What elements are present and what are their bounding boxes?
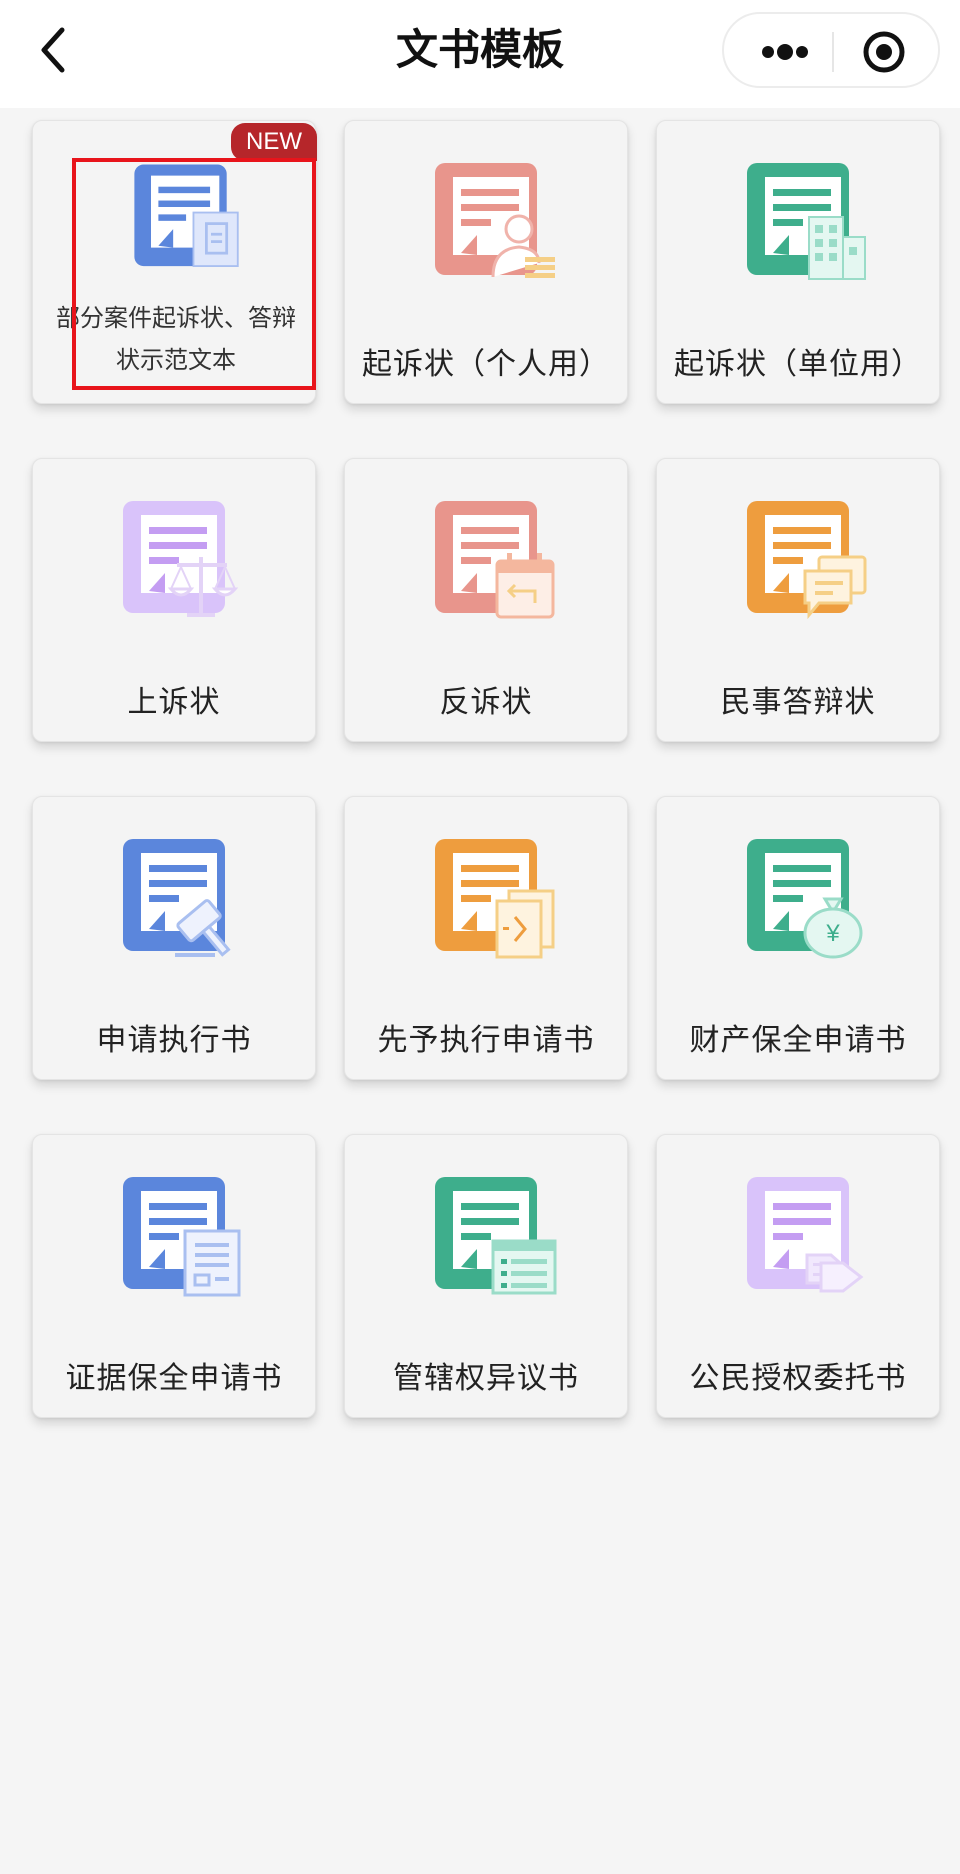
template-label: 管辖权异议书 — [393, 1361, 579, 1396]
document-with-calendar-return-icon — [435, 501, 555, 619]
template-card-evidence-preservation[interactable]: 证据保全申请书 — [32, 1134, 316, 1418]
template-label: 起诉状（单位用） — [674, 347, 922, 382]
close-mini-program-button[interactable] — [840, 24, 928, 80]
top-navigation-bar: 文书模板 — [0, 0, 960, 108]
more-button[interactable] — [738, 24, 826, 80]
chevron-left-icon — [41, 27, 65, 73]
template-card-advance-execution[interactable]: 先予执行申请书 — [344, 796, 628, 1080]
new-badge: NEW — [231, 123, 317, 161]
template-label: 证据保全申请书 — [65, 1361, 283, 1396]
document-with-handshake-icon — [747, 1177, 864, 1293]
template-card-complaint-personal[interactable]: 起诉状（个人用） — [344, 120, 628, 404]
template-label: 财产保全申请书 — [689, 1023, 907, 1058]
template-label: 上诉状 — [127, 685, 221, 720]
document-with-list-icon — [435, 1177, 557, 1295]
document-with-scale-icon — [123, 501, 239, 617]
template-card-appeal[interactable]: 上诉状 — [32, 458, 316, 742]
document-with-moneybag-icon: ¥ — [747, 839, 863, 959]
document-with-file-icon — [134, 164, 239, 267]
template-label: 起诉状（个人用） — [362, 347, 610, 382]
template-label: 申请执行书 — [96, 1023, 252, 1058]
template-label: 民事答辩状 — [720, 685, 876, 720]
document-with-chat-icon — [747, 501, 867, 620]
capsule-divider — [832, 32, 834, 72]
more-dots-icon — [762, 44, 808, 60]
document-with-building-icon — [747, 163, 866, 280]
document-with-paper-icon — [123, 1177, 241, 1297]
template-card-property-preservation[interactable]: ¥ 财产保全申请书 — [656, 796, 940, 1080]
document-with-gavel-icon — [123, 839, 231, 957]
template-card-power-of-attorney[interactable]: 公民授权委托书 — [656, 1134, 940, 1418]
template-label: 反诉状 — [439, 685, 533, 720]
document-with-person-icon — [435, 163, 555, 278]
template-card-civil-defense[interactable]: 民事答辩状 — [656, 458, 940, 742]
template-card-jurisdiction-objection[interactable]: 管辖权异议书 — [344, 1134, 628, 1418]
template-card-sample-text[interactable]: NEW 部分案件起诉状、答辩状示范文本 — [32, 120, 317, 404]
template-card-complaint-company[interactable]: 起诉状（单位用） — [656, 120, 940, 404]
svg-text:¥: ¥ — [825, 920, 840, 947]
template-card-execution-application[interactable]: 申请执行书 — [32, 796, 316, 1080]
back-button[interactable] — [30, 18, 82, 82]
template-card-counterclaim[interactable]: 反诉状 — [344, 458, 628, 742]
template-label: 部分案件起诉状、答辩状示范文本 — [56, 304, 296, 374]
mini-program-capsule — [722, 12, 940, 88]
template-label: 公民授权委托书 — [689, 1361, 907, 1396]
document-with-forward-icon — [435, 839, 555, 959]
target-icon — [863, 31, 905, 73]
template-label: 先予执行申请书 — [377, 1023, 595, 1058]
